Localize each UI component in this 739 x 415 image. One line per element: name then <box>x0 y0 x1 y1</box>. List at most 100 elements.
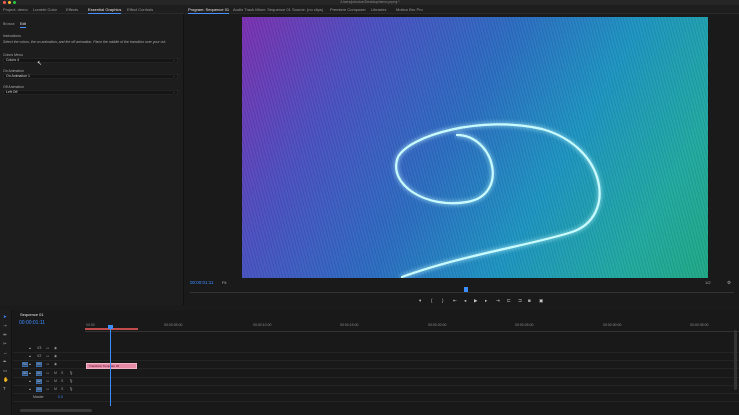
sync-icon[interactable]: ▭ <box>46 379 49 384</box>
marker-icon[interactable]: ▾ <box>419 298 421 303</box>
solo-icon[interactable]: S <box>61 379 63 384</box>
resolution-select[interactable]: 1/2 <box>705 280 711 285</box>
lock-icon[interactable]: 🔒︎ <box>29 379 31 384</box>
source-patch-a1[interactable]: A1 <box>22 371 28 376</box>
tab-project[interactable]: Project: demo <box>3 7 28 12</box>
tab-program[interactable]: Program: Sequence 01 <box>188 7 230 14</box>
wrench-icon[interactable]: ⚙ <box>727 280 731 286</box>
zoom-select[interactable]: Fit <box>222 280 226 285</box>
track-v3: 🔒︎ V3 ▭ ◉ <box>13 346 739 353</box>
source-patch-v1[interactable]: V1 <box>22 362 28 367</box>
eye-icon[interactable]: ◉ <box>54 354 57 359</box>
program-playhead[interactable] <box>464 287 468 292</box>
type-tool-icon[interactable]: T <box>3 386 6 391</box>
subtab-edit[interactable]: Edit <box>20 22 27 28</box>
solo-icon[interactable]: S <box>61 387 63 392</box>
timeline-clip[interactable]: Transition Template 03 <box>86 363 137 369</box>
eye-icon[interactable]: ◉ <box>54 346 57 351</box>
microphone-icon[interactable]: 🎙︎ <box>69 387 73 392</box>
rectangle-tool-icon[interactable]: ▭ <box>3 368 7 373</box>
tab-essential-graphics[interactable]: Essential Graphics <box>88 7 122 14</box>
sync-icon[interactable]: ▭ <box>46 346 49 351</box>
tab-premiere-composer[interactable]: Premiere Composer <box>330 7 366 12</box>
program-video-frame[interactable] <box>242 17 708 278</box>
left-panel-tabbar: Project: demo Lumetri Color Effects Esse… <box>0 5 184 14</box>
insert-icon[interactable]: ⊏ <box>507 298 511 303</box>
mute-icon[interactable]: M <box>54 387 57 392</box>
ruler-label: 00:00:25:00 <box>515 323 534 327</box>
chevron-down-icon: ⌄ <box>172 90 175 94</box>
lock-icon[interactable]: 🔒︎ <box>29 346 31 351</box>
hand-tool-icon[interactable]: ✋ <box>3 377 9 382</box>
mute-icon[interactable]: M <box>54 379 57 384</box>
chevron-down-icon: ⌄ <box>172 58 175 62</box>
program-scrub-bar[interactable] <box>190 290 734 293</box>
pen-tool-icon[interactable]: ✒ <box>3 359 7 364</box>
step-forward-icon[interactable]: ▸ <box>485 298 487 303</box>
tab-effects[interactable]: Effects <box>66 7 78 12</box>
master-volume[interactable]: 0.0 <box>58 395 63 400</box>
sync-icon[interactable]: ▭ <box>46 371 49 376</box>
selection-tool-icon[interactable]: ➤ <box>3 314 7 319</box>
track-target-a2[interactable]: A2 <box>36 379 42 384</box>
timeline-horizontal-scrollbar[interactable] <box>20 409 92 412</box>
track-target-a1[interactable]: A1 <box>36 371 42 376</box>
on-animation-dropdown[interactable]: On Animation 1 ⌄ <box>3 74 178 79</box>
go-to-in-icon[interactable]: ⇤ <box>453 298 457 303</box>
timeline-ruler[interactable] <box>85 328 739 332</box>
program-timecode[interactable]: 00:00:01:11 <box>190 280 213 285</box>
track-select-tool-icon[interactable]: ⇢ <box>3 323 7 328</box>
track-a1: A1 🔒︎ A1 ▭ M S 🎙︎ <box>13 371 739 378</box>
track-v2: 🔒︎ V2 ▭ ◉ <box>13 354 739 361</box>
instructions-text: Select the colors, the on animation, and… <box>3 40 167 44</box>
overwrite-icon[interactable]: ⊐ <box>518 298 522 303</box>
razor-tool-icon[interactable]: ✂ <box>3 341 7 346</box>
subtab-browse[interactable]: Browse <box>3 22 15 26</box>
close-window-button[interactable] <box>3 1 6 4</box>
tab-sequence[interactable]: Sequence 01 <box>20 312 44 317</box>
step-back-icon[interactable]: ◂ <box>464 298 466 303</box>
out-icon[interactable]: } <box>442 298 444 303</box>
tab-source[interactable]: Source: (no clips) <box>292 7 323 12</box>
track-label: V3 <box>37 346 42 350</box>
tab-audio-track-mixer[interactable]: Audio Track Mixer: Sequence 01 <box>233 7 291 12</box>
timeline-timecode[interactable]: 00:00:01:11 <box>19 320 45 326</box>
sync-icon[interactable]: ▭ <box>46 387 49 392</box>
go-to-out-icon[interactable]: ⇥ <box>496 298 500 303</box>
export-frame-icon[interactable]: ◙ <box>528 298 531 303</box>
ruler-label: 00:00:20:00 <box>428 323 447 327</box>
lock-icon[interactable]: 🔒︎ <box>29 387 31 392</box>
tab-lumetri-color[interactable]: Lumetri Color <box>33 7 57 12</box>
lock-icon[interactable]: 🔒︎ <box>29 354 31 359</box>
chevron-down-icon: ⌄ <box>172 74 175 78</box>
in-icon[interactable]: { <box>431 298 433 303</box>
sync-icon[interactable]: ▭ <box>46 362 49 367</box>
solo-icon[interactable]: S <box>61 371 63 376</box>
tab-libraries[interactable]: Libraries <box>371 7 386 12</box>
eye-icon[interactable]: ◉ <box>54 362 57 367</box>
lock-icon[interactable]: 🔒︎ <box>29 362 31 367</box>
track-target-a3[interactable]: A3 <box>36 387 42 392</box>
off-animation-value: Left Off <box>6 90 18 94</box>
compare-icon[interactable]: ▣ <box>539 298 543 303</box>
play-icon[interactable]: ▶ <box>474 298 477 303</box>
off-animation-dropdown[interactable]: Left Off ⌄ <box>3 90 178 95</box>
mute-icon[interactable]: M <box>54 371 57 376</box>
lock-icon[interactable]: 🔒︎ <box>29 371 31 376</box>
sync-icon[interactable]: ▭ <box>46 354 49 359</box>
neon-line-graphic <box>395 123 601 278</box>
ripple-edit-tool-icon[interactable]: ⇹ <box>3 332 7 337</box>
ruler-label: 00:00:15:00 <box>340 323 359 327</box>
timeline-vertical-scrollbar[interactable] <box>734 330 737 390</box>
tab-effect-controls[interactable]: Effect Controls <box>127 7 153 12</box>
track-target-v1[interactable]: V1 <box>36 362 42 367</box>
tab-motion-bro[interactable]: Motion Bro Pro <box>396 7 423 12</box>
timeline-playhead[interactable] <box>110 326 111 406</box>
premiere-window: /Users/johndoe/Desktop/demo.prproj * Pro… <box>0 0 739 415</box>
slip-tool-icon[interactable]: ↔ <box>3 350 8 355</box>
microphone-icon[interactable]: 🎙︎ <box>69 371 73 376</box>
zoom-window-button[interactable] <box>13 1 16 4</box>
minimize-window-button[interactable] <box>8 1 11 4</box>
colors-menu-dropdown[interactable]: Colors 4 ⌄ <box>3 58 178 63</box>
microphone-icon[interactable]: 🎙︎ <box>69 379 73 384</box>
